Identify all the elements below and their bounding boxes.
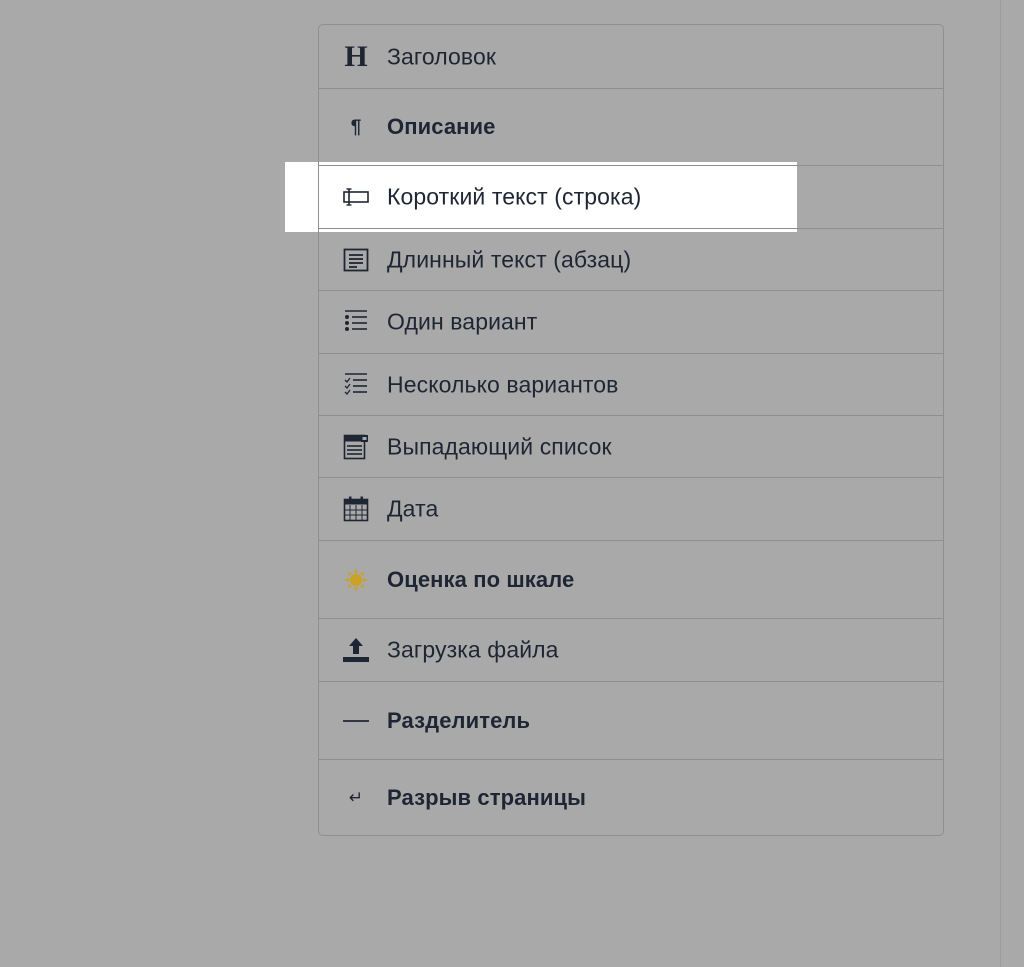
page-break-icon: ↵ (348, 788, 364, 807)
paragraph-icon: ¶ (350, 116, 362, 138)
menu-item-short-text[interactable]: Короткий текст (строка) (319, 166, 943, 229)
menu-item-label: Короткий текст (строка) (387, 183, 642, 210)
menu-item-multiple-choice[interactable]: Несколько вариантов (319, 354, 943, 416)
menu-item-page-break[interactable]: ↵ Разрыв страницы (319, 760, 943, 835)
menu-item-file-upload[interactable]: Загрузка файла (319, 619, 943, 682)
field-type-menu: H Заголовок ¶ Описание Короткий текст (с… (318, 24, 944, 836)
page-divider (1000, 0, 1001, 967)
menu-item-label: Разделитель (387, 707, 531, 733)
menu-item-label: Разрыв страницы (387, 784, 586, 810)
menu-item-label: Дата (387, 495, 439, 522)
menu-item-label: Оценка по шкале (387, 566, 575, 592)
text-input-icon (341, 182, 371, 212)
menu-item-label: Описание (387, 114, 496, 139)
menu-item-long-text[interactable]: Длинный текст (абзац) (319, 229, 943, 291)
dropdown-icon (341, 432, 371, 462)
radio-list-icon (341, 307, 371, 337)
menu-item-description[interactable]: ¶ Описание (319, 89, 943, 166)
menu-item-separator[interactable]: Разделитель (319, 682, 943, 760)
menu-item-label: Загрузка файла (387, 636, 559, 663)
menu-item-date[interactable]: Дата (319, 478, 943, 541)
calendar-icon (341, 494, 371, 524)
menu-item-label: Один вариант (387, 308, 538, 335)
menu-item-label: Длинный текст (абзац) (387, 246, 632, 272)
menu-item-label: Несколько вариантов (387, 371, 619, 397)
rating-sun-icon (341, 565, 371, 595)
textarea-icon (341, 245, 371, 275)
menu-item-label: Заголовок (387, 43, 497, 69)
menu-item-dropdown[interactable]: Выпадающий список (319, 416, 943, 478)
heading-icon: H (344, 39, 368, 73)
menu-item-label: Выпадающий список (387, 433, 612, 459)
menu-item-heading[interactable]: H Заголовок (319, 25, 943, 89)
menu-item-single-choice[interactable]: Один вариант (319, 291, 943, 354)
checkbox-list-icon (341, 370, 371, 400)
divider-line-icon (341, 706, 371, 736)
upload-icon (341, 635, 371, 665)
menu-item-rating-scale[interactable]: Оценка по шкале (319, 541, 943, 619)
